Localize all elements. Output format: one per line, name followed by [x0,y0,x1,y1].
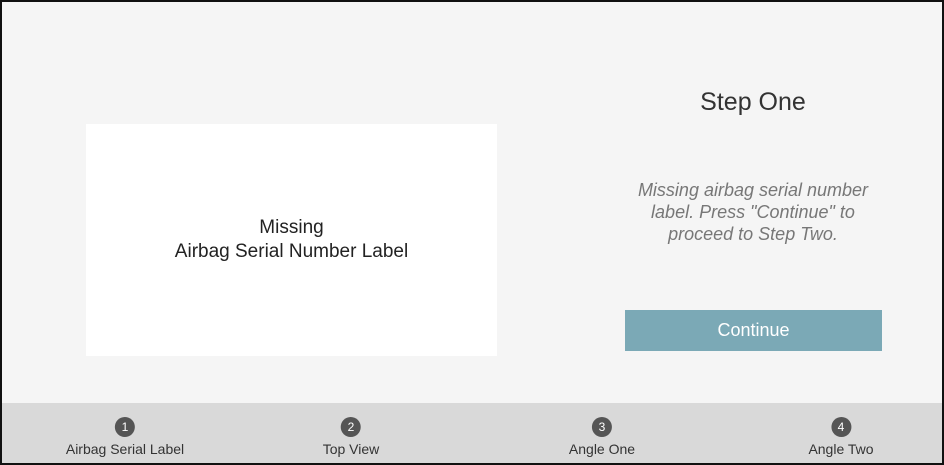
continue-button[interactable]: Continue [625,310,882,351]
app-frame: Missing Airbag Serial Number Label Step … [0,0,944,465]
main-area: Missing Airbag Serial Number Label Step … [2,2,942,403]
image-placeholder-line2: Airbag Serial Number Label [174,241,409,262]
step-item-airbag-serial-label[interactable]: 1 Airbag Serial Label [66,417,184,457]
step-label: Airbag Serial Label [65,441,185,457]
step-number-badge: 3 [591,417,612,437]
step-description: Missing airbag serial number label. Pres… [637,180,869,244]
step-item-angle-two[interactable]: 4 Angle Two [808,417,874,457]
image-placeholder-line1: Missing [259,217,324,238]
step-item-angle-one[interactable]: 3 Angle One [569,417,635,457]
step-progress-bar: 1 Airbag Serial Label 2 Top View 3 Angle… [2,403,942,463]
step-label: Top View [322,441,380,457]
step-label: Angle Two [808,441,874,457]
step-number-badge: 1 [114,417,135,437]
step-number-badge: 4 [831,417,851,437]
image-placeholder: Missing Airbag Serial Number Label [86,124,497,356]
step-number-badge: 2 [341,417,361,437]
step-title: Step One [700,88,806,116]
step-item-top-view[interactable]: 2 Top View [322,417,380,457]
step-label: Angle One [568,441,636,457]
